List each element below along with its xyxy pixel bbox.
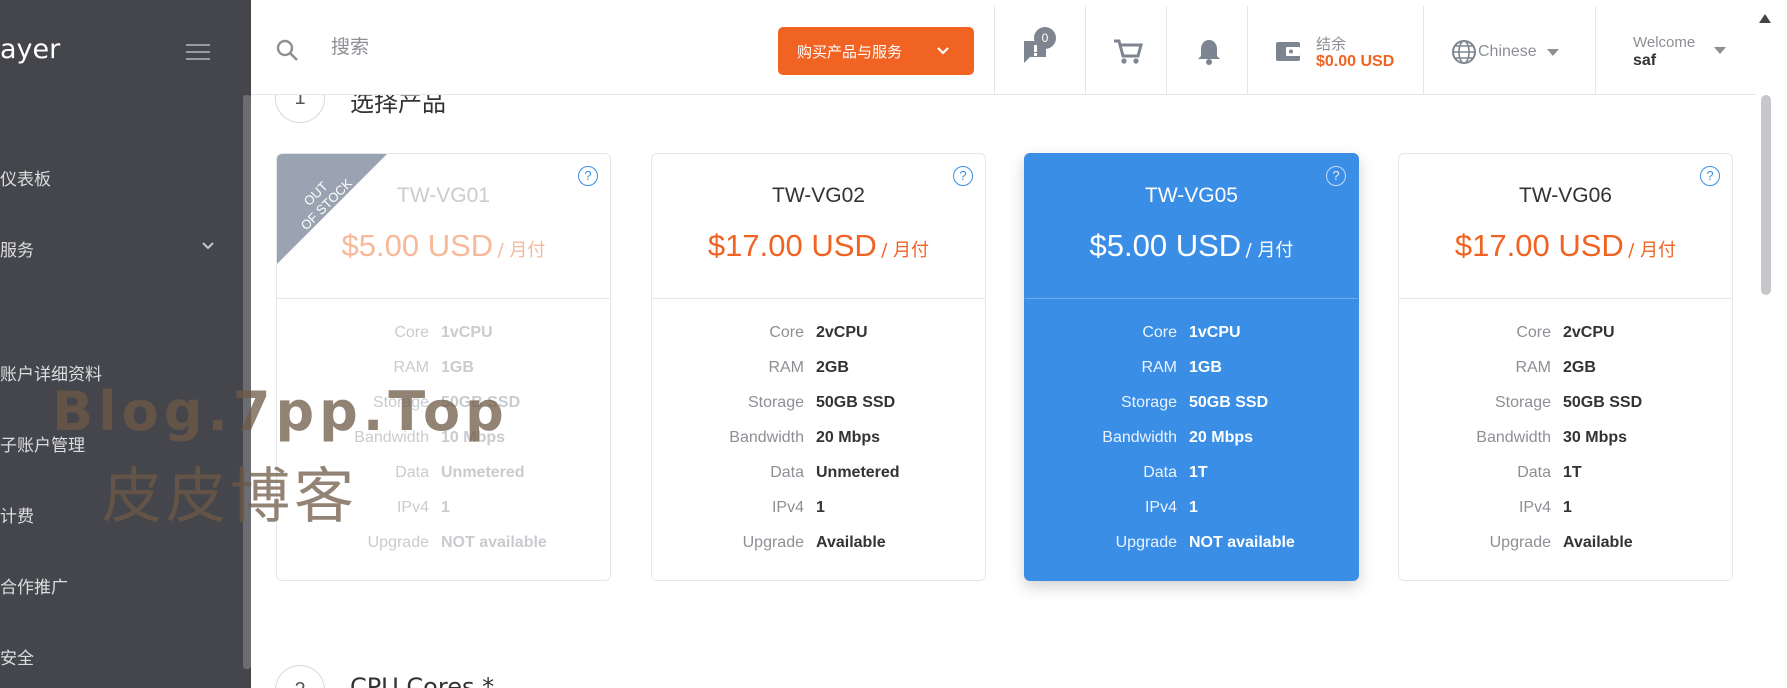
plan-name: TW-VG05: [1145, 184, 1238, 207]
spec-row: Data 1T: [1143, 464, 1208, 481]
search-icon[interactable]: [275, 38, 299, 62]
header-divider: [1085, 6, 1086, 95]
wallet-icon[interactable]: [1274, 38, 1302, 64]
spec-row: Core 2vCPU: [769, 324, 868, 341]
wallet-amount[interactable]: $0.00 USD: [1316, 53, 1394, 71]
header-divider: [1595, 6, 1596, 95]
step-number: 1: [275, 95, 325, 123]
spec-row: Storage 50GB SSD: [1120, 394, 1269, 411]
caret-down-icon[interactable]: [1714, 47, 1726, 55]
scroll-up-arrow-icon[interactable]: [1759, 14, 1771, 23]
language-selector[interactable]: Chinese: [1478, 43, 1537, 61]
bell-icon[interactable]: [1196, 38, 1222, 66]
chevron-down-icon: [937, 47, 949, 55]
spec-row: IPv4 1: [1144, 499, 1198, 516]
globe-icon[interactable]: [1451, 39, 1477, 65]
spec-row: Bandwidth 30 Mbps: [1476, 429, 1628, 446]
plan-price: $5.00 USD: [341, 228, 494, 263]
buy-button-label: 购买产品与服务: [797, 42, 903, 61]
step-title: 选择产品: [350, 95, 446, 117]
plan-name: TW-VG01: [397, 184, 490, 207]
watermark-text: Blog.7pp.Top: [52, 380, 509, 443]
plan-name: TW-VG06: [1519, 184, 1612, 207]
spec-row: IPv4 1: [771, 499, 825, 516]
plan-name: TW-VG02: [772, 184, 865, 207]
spec-row: Upgrade NOT available: [1115, 534, 1295, 551]
plan-period: / 月付: [1628, 240, 1677, 261]
caret-down-icon[interactable]: [1547, 49, 1559, 57]
header-divider: [1166, 6, 1167, 95]
sidebar-item-dashboard[interactable]: 仪表板: [0, 165, 51, 190]
top-header: 购买产品与服务 0 结余 $0.00 USD Chinese Welcome s…: [251, 6, 1756, 95]
spec-row: Upgrade Available: [742, 534, 886, 551]
spec-row: RAM 2GB: [1515, 359, 1596, 376]
spec-row: RAM 2GB: [768, 359, 849, 376]
step-number: 2: [275, 665, 325, 688]
spec-row: Bandwidth 20 Mbps: [729, 429, 881, 446]
header-divider: [1423, 6, 1424, 95]
sidebar-item-affiliates[interactable]: 合作推广: [0, 573, 68, 598]
spec-row: Data 1T: [1517, 464, 1582, 481]
spec-row: Data Unmetered: [770, 464, 900, 481]
welcome-label: Welcome: [1633, 34, 1696, 51]
wallet-label: 结余: [1316, 35, 1347, 53]
spec-row: RAM 1GB: [1141, 359, 1222, 376]
plan-price: $5.00 USD: [1089, 228, 1242, 263]
plan-card-tw-vg06[interactable]: TW-VG06 $17.00 USD / 月付 ? Core 2vCPU RAM 2…: [1398, 153, 1733, 581]
spec-row: Core 1vCPU: [1142, 324, 1241, 341]
sidebar-item-billing[interactable]: 计费: [0, 502, 34, 527]
help-icon[interactable]: ?: [1326, 166, 1346, 186]
brand-logo[interactable]: ayer: [0, 34, 60, 65]
cart-icon[interactable]: [1113, 38, 1143, 66]
spec-row: Core 1vCPU: [394, 324, 493, 341]
plan-period: / 月付: [497, 240, 546, 261]
header-divider: [994, 6, 995, 95]
buy-products-button[interactable]: 购买产品与服务: [778, 27, 974, 75]
spec-row: Core 2vCPU: [1516, 324, 1615, 341]
username[interactable]: saf: [1633, 52, 1656, 70]
spec-row: Storage 50GB SSD: [747, 394, 896, 411]
header-divider: [1247, 6, 1248, 95]
plan-period: / 月付: [1245, 240, 1294, 261]
sidebar-item-security[interactable]: 安全: [0, 644, 34, 669]
menu-toggle-icon[interactable]: [186, 44, 210, 62]
plan-price: $17.00 USD: [707, 228, 877, 263]
chevron-down-icon[interactable]: [200, 238, 216, 254]
plan-card-tw-vg05[interactable]: TW-VG05 $5.00 USD / 月付 ? Core 1vCPU RAM 1G…: [1024, 153, 1359, 581]
plan-period: / 月付: [881, 240, 930, 261]
step-title: CPU Cores *: [350, 673, 495, 688]
help-icon[interactable]: ?: [578, 166, 598, 186]
spec-row: Upgrade Available: [1489, 534, 1633, 551]
spec-row: Storage 50GB SSD: [1494, 394, 1643, 411]
help-icon[interactable]: ?: [953, 166, 973, 186]
messages-badge: 0: [1034, 27, 1056, 49]
spec-row: Upgrade NOT available: [367, 534, 547, 551]
watermark-text: 皮皮博客: [102, 462, 358, 532]
spec-row: Bandwidth 20 Mbps: [1102, 429, 1254, 446]
plan-card-tw-vg02[interactable]: TW-VG02 $17.00 USD / 月付 ? Core 2vCPU RAM 2…: [651, 153, 986, 581]
help-icon[interactable]: ?: [1700, 166, 1720, 186]
page-scrollbar[interactable]: [1761, 95, 1771, 295]
sidebar: ayer 仪表板 服务 账户详细资料 子账户管理 计费 合作推广 安全: [0, 0, 251, 688]
plan-price: $17.00 USD: [1454, 228, 1624, 263]
spec-row: IPv4 1: [1518, 499, 1572, 516]
sidebar-item-services[interactable]: 服务: [0, 236, 34, 261]
search-input[interactable]: [331, 36, 611, 58]
